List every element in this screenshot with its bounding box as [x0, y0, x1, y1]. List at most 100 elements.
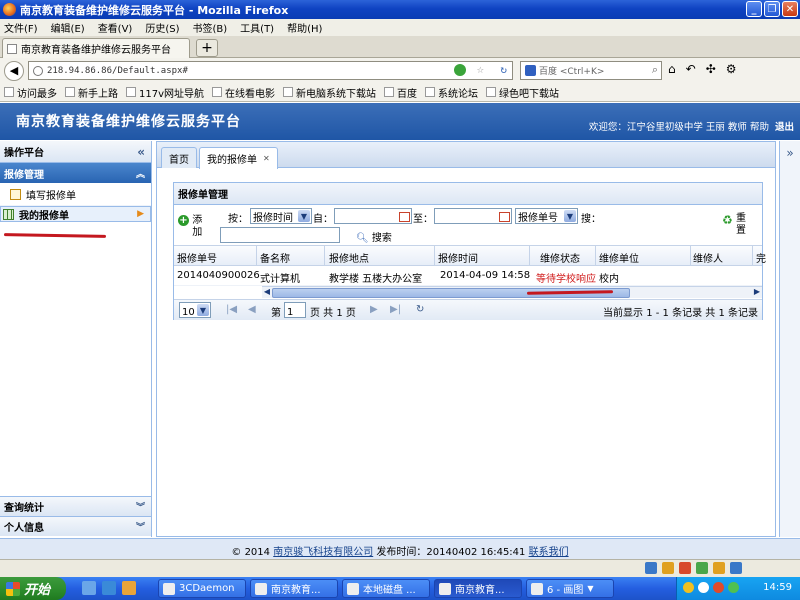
maximize-button[interactable]: ❐: [764, 1, 780, 17]
search-input[interactable]: 百度 <Ctrl+K> ⌕: [520, 61, 662, 80]
section-header[interactable]: 报修管理 ︽: [0, 163, 151, 183]
addon-icon[interactable]: ✣: [706, 62, 716, 76]
field-select-2[interactable]: 报修单号 ▼: [515, 208, 578, 224]
collapse-icon[interactable]: «: [137, 145, 145, 159]
last-page-icon[interactable]: ▶|: [390, 304, 401, 315]
logout-link[interactable]: 退出: [775, 122, 794, 133]
right-collapse-strip[interactable]: »: [779, 141, 800, 537]
reset-button[interactable]: ♻ 重置: [722, 213, 748, 237]
welcome-text: 欢迎您：江宁谷里初级中学 王丽 教师: [588, 122, 747, 133]
search-icon[interactable]: ⌕: [652, 63, 658, 77]
column-header[interactable]: 完: [756, 250, 766, 265]
new-tab-button[interactable]: +: [196, 39, 218, 57]
go-icon[interactable]: [454, 64, 466, 76]
page-size-select[interactable]: 10 ▼: [179, 302, 211, 318]
scroll-left-icon[interactable]: ◀: [262, 287, 272, 298]
field-select-1[interactable]: 报修时间 ▼: [250, 208, 312, 224]
home-icon[interactable]: ⌂: [668, 62, 676, 76]
ie-icon[interactable]: [102, 581, 116, 595]
download-icon[interactable]: [645, 562, 657, 574]
help-link[interactable]: 帮助: [750, 122, 769, 133]
desktop-icon[interactable]: [82, 581, 96, 595]
star-icon[interactable]: ☆: [477, 62, 484, 76]
addon-icon[interactable]: [662, 562, 674, 574]
tab-my-orders[interactable]: 我的报修单 ✕: [199, 147, 278, 169]
expand-icon[interactable]: »: [786, 146, 793, 160]
horizontal-scrollbar[interactable]: ◀ ▶: [262, 286, 762, 298]
start-button[interactable]: 开始: [0, 577, 66, 600]
network-icon[interactable]: [698, 582, 709, 593]
page-number-input[interactable]: 1: [284, 302, 306, 318]
sidebar-item-stats[interactable]: 查询统计 ︾: [0, 496, 151, 516]
next-page-icon[interactable]: ▶: [370, 304, 378, 315]
bookmark-item[interactable]: 新手上路: [65, 85, 118, 100]
sidebar-item-my-orders[interactable]: 我的报修单 ▶: [0, 206, 151, 222]
column-header[interactable]: 维修状态: [540, 250, 580, 265]
search-button[interactable]: 🔍︎ 搜索: [356, 229, 392, 244]
taskbar-item[interactable]: 6 - 画图 ▼: [526, 579, 614, 598]
addon-icon[interactable]: [730, 562, 742, 574]
menu-view[interactable]: 查看(V): [98, 20, 133, 35]
column-header[interactable]: 维修单位: [599, 250, 639, 265]
company-link[interactable]: 南京骏飞科技有限公司: [273, 547, 373, 558]
prev-page-icon[interactable]: ◀: [248, 304, 256, 315]
tab-home[interactable]: 首页: [161, 147, 197, 168]
column-header[interactable]: 报修地点: [329, 250, 369, 265]
close-icon[interactable]: ✕: [263, 154, 270, 163]
shield-icon[interactable]: [683, 582, 694, 593]
bookmark-item[interactable]: 117v网址导航: [126, 85, 204, 100]
menu-file[interactable]: 文件(F): [4, 20, 38, 35]
taskbar-item[interactable]: 本地磁盘 ...: [342, 579, 430, 598]
sidebar-item-profile[interactable]: 个人信息 ︾: [0, 516, 151, 536]
taskbar-item[interactable]: 南京教育...: [250, 579, 338, 598]
table-row[interactable]: 2014040900026 式计算机 教学楼 五楼大办公室 2014-04-09…: [174, 266, 762, 286]
calendar-icon[interactable]: [399, 212, 410, 222]
first-page-icon[interactable]: |◀: [226, 304, 237, 315]
back-icon[interactable]: ◀: [4, 60, 24, 81]
contact-link[interactable]: 联系我们: [529, 547, 569, 558]
addon-icon[interactable]: [679, 562, 691, 574]
taskbar-item[interactable]: 南京教育...: [434, 579, 522, 598]
close-button[interactable]: ✕: [782, 1, 798, 17]
taskbar-item[interactable]: 3CDaemon: [158, 579, 246, 598]
column-header[interactable]: 维修人: [693, 250, 723, 265]
qq-icon[interactable]: [713, 582, 724, 593]
menu-bookmarks[interactable]: 书签(B): [193, 20, 228, 35]
bookmark-item[interactable]: 访问最多: [4, 85, 57, 100]
sidebar-item-fill-form[interactable]: 填写报修单: [0, 183, 151, 206]
bookmark-item[interactable]: 系统论坛: [425, 85, 478, 100]
browser-tab[interactable]: 南京教育装备维护维修云服务平台: [2, 38, 190, 58]
gear-icon[interactable]: ⚙: [726, 62, 737, 76]
bookmark-item[interactable]: 新电脑系统下载站: [283, 85, 376, 100]
bookmark-item[interactable]: 百度: [384, 85, 417, 100]
minimize-button[interactable]: _: [746, 1, 762, 17]
menu-tools[interactable]: 工具(T): [240, 20, 274, 35]
browser-tab-bar: 南京教育装备维护维修云服务平台 +: [0, 36, 800, 58]
calendar-icon[interactable]: [499, 212, 510, 222]
url-bar[interactable]: 218.94.86.86/Default.aspx# ☆ ↻: [28, 61, 513, 80]
addon-icon[interactable]: [696, 562, 708, 574]
menu-help[interactable]: 帮助(H): [287, 20, 322, 35]
bookmark-item[interactable]: 绿色吧下载站: [486, 85, 559, 100]
reload-icon[interactable]: ↻: [500, 63, 507, 76]
firefox-icon[interactable]: [122, 581, 136, 595]
volume-icon[interactable]: [728, 582, 739, 593]
refresh-icon[interactable]: ↻: [416, 304, 424, 315]
column-header[interactable]: 报修时间: [438, 250, 478, 265]
window-titlebar: 南京教育装备维护维修云服务平台 - Mozilla Firefox _ ❐ ✕: [0, 0, 800, 19]
add-button[interactable]: + 添加: [178, 215, 206, 239]
chevron-up-icon[interactable]: ︽: [136, 167, 145, 180]
bookmark-item[interactable]: 在线看电影: [212, 85, 275, 100]
undo-icon[interactable]: ↶: [686, 62, 696, 76]
to-date-input[interactable]: [434, 208, 512, 224]
addon-icon[interactable]: [713, 562, 725, 574]
scroll-right-icon[interactable]: ▶: [752, 287, 762, 298]
menu-edit[interactable]: 编辑(E): [51, 20, 85, 35]
menu-history[interactable]: 历史(S): [145, 20, 179, 35]
column-header[interactable]: 报修单号: [177, 250, 217, 265]
chevron-down-icon[interactable]: ︾: [136, 520, 145, 533]
column-header[interactable]: 备名称: [260, 250, 290, 265]
from-date-input[interactable]: [334, 208, 412, 224]
keyword-input[interactable]: [220, 227, 340, 243]
chevron-down-icon[interactable]: ︾: [136, 500, 145, 513]
